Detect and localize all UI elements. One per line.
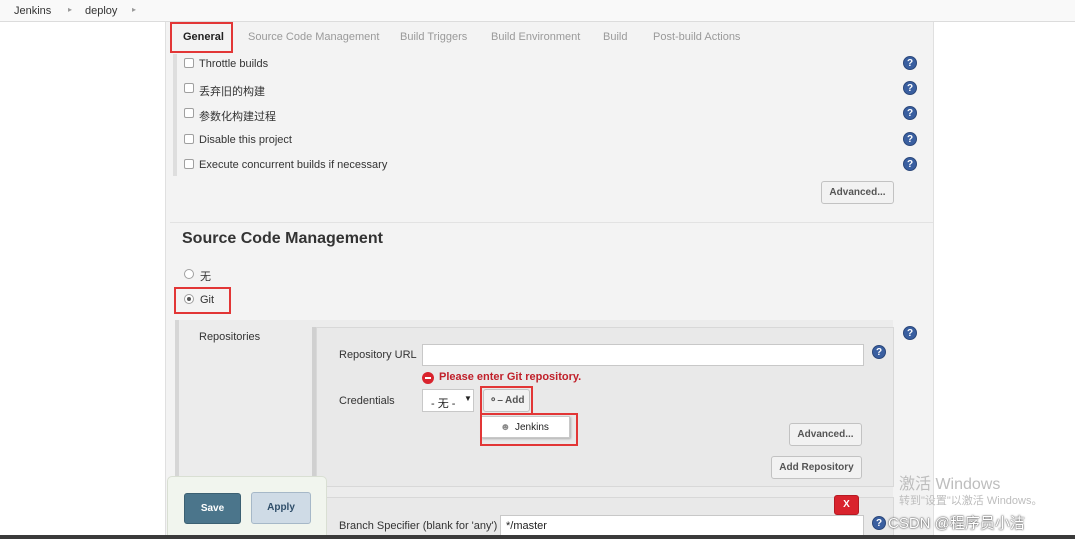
- highlight-box: [480, 386, 533, 415]
- scm-none-label: 无: [200, 271, 211, 283]
- disable-project-checkbox[interactable]: [184, 134, 194, 144]
- help-icon[interactable]: ?: [903, 157, 917, 171]
- help-icon[interactable]: ?: [872, 516, 886, 530]
- help-icon[interactable]: ?: [903, 81, 917, 95]
- general-advanced-button[interactable]: Advanced...: [821, 181, 894, 204]
- tab-post-build-actions[interactable]: Post-build Actions: [653, 31, 740, 43]
- parameterized-build-label: 参数化构建过程: [199, 111, 276, 123]
- breadcrumb-jenkins[interactable]: Jenkins: [14, 5, 51, 17]
- highlight-box: [480, 413, 578, 446]
- delete-branch-button[interactable]: X: [834, 495, 859, 515]
- divider: [170, 222, 933, 223]
- parameterized-build-checkbox[interactable]: [184, 108, 194, 118]
- discard-old-builds-checkbox[interactable]: [184, 83, 194, 93]
- help-icon[interactable]: ?: [903, 132, 917, 146]
- help-icon[interactable]: ?: [903, 56, 917, 70]
- throttle-builds-checkbox[interactable]: [184, 58, 194, 68]
- disable-project-label: Disable this project: [199, 134, 292, 146]
- section-bar: [312, 327, 316, 487]
- windows-activation-title: 激活 Windows: [899, 476, 1001, 493]
- throttle-builds-label: Throttle builds: [199, 58, 269, 70]
- save-button[interactable]: Save: [184, 493, 241, 524]
- discard-old-builds-label: 丢弃旧的构建: [199, 86, 265, 98]
- add-repository-button[interactable]: Add Repository: [771, 456, 862, 479]
- breadcrumb-deploy[interactable]: deploy: [85, 5, 117, 17]
- credentials-select[interactable]: - 无 - ▼: [422, 389, 474, 412]
- apply-button[interactable]: Apply: [251, 492, 311, 524]
- credentials-selected-value: - 无 -: [431, 398, 456, 410]
- branch-specifier-label: Branch Specifier (blank for 'any'): [339, 520, 498, 532]
- help-icon[interactable]: ?: [872, 345, 886, 359]
- help-icon[interactable]: ?: [903, 326, 917, 340]
- windows-activation-hint: 转到"设置"以激活 Windows。: [899, 495, 1043, 507]
- highlight-box: [174, 287, 231, 314]
- tab-build-environment[interactable]: Build Environment: [491, 31, 580, 43]
- config-tabs: General Source Code Management Build Tri…: [170, 22, 933, 52]
- repositories-label: Repositories: [199, 331, 261, 343]
- repository-url-input[interactable]: [422, 344, 864, 366]
- chevron-down-icon: ▼: [464, 394, 472, 403]
- scm-none-radio[interactable]: [184, 269, 194, 279]
- credentials-label: Credentials: [339, 395, 395, 407]
- section-bar: [173, 54, 177, 176]
- highlight-box: [170, 22, 233, 53]
- tab-build-triggers[interactable]: Build Triggers: [400, 31, 467, 43]
- chevron-right-icon: ▸: [68, 5, 73, 14]
- repository-url-error: Please enter Git repository.: [439, 371, 582, 383]
- scm-section-title: Source Code Management: [182, 230, 383, 247]
- concurrent-builds-checkbox[interactable]: [184, 159, 194, 169]
- error-icon: [422, 372, 434, 384]
- tab-source-code-management[interactable]: Source Code Management: [248, 31, 379, 43]
- concurrent-builds-label: Execute concurrent builds if necessary: [199, 159, 388, 171]
- tab-build[interactable]: Build: [603, 31, 627, 43]
- breadcrumb: Jenkins ▸ deploy ▸: [0, 0, 1075, 22]
- bottom-edge: [0, 535, 1075, 539]
- repository-advanced-button[interactable]: Advanced...: [789, 423, 862, 446]
- help-icon[interactable]: ?: [903, 106, 917, 120]
- chevron-right-icon: ▸: [132, 5, 137, 14]
- branch-specifier-input[interactable]: [500, 515, 864, 537]
- csdn-watermark: CSDN @程序员小洁: [888, 515, 1025, 532]
- repository-url-label: Repository URL: [339, 349, 417, 361]
